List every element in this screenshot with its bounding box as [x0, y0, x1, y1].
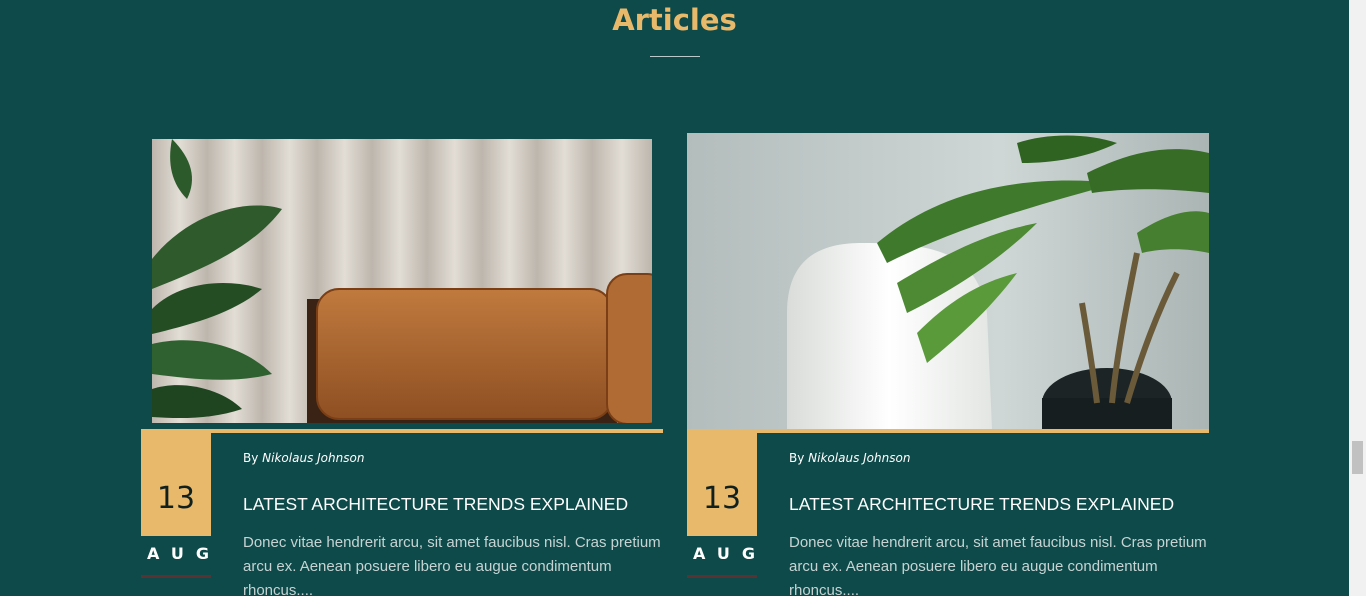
date-month: AUG	[693, 544, 768, 563]
month-underline	[141, 575, 211, 578]
articles-page: Articles 13 AUG By Nikolaus Johnson LATE…	[0, 0, 1349, 596]
by-label: By	[789, 451, 805, 465]
section-title: Articles	[612, 3, 737, 37]
date-month: AUG	[147, 544, 222, 563]
scrollbar-thumb[interactable]	[1352, 441, 1363, 474]
title-divider	[650, 56, 700, 57]
article-title[interactable]: LATEST ARCHITECTURE TRENDS EXPLAINED	[789, 493, 1174, 515]
month-underline	[687, 575, 757, 578]
article-title[interactable]: LATEST ARCHITECTURE TRENDS EXPLAINED	[243, 493, 628, 515]
article-excerpt: Donec vitae hendrerit arcu, sit amet fau…	[243, 534, 661, 596]
article-byline: By Nikolaus Johnson	[789, 450, 910, 466]
date-day: 13	[702, 481, 742, 516]
page-scrollbar[interactable]	[1349, 0, 1366, 596]
card-accent-bar	[687, 429, 1209, 433]
article-excerpt: Donec vitae hendrerit arcu, sit amet fau…	[789, 534, 1207, 596]
author-link[interactable]: Nikolaus Johnson	[808, 451, 910, 465]
article-image[interactable]	[687, 133, 1209, 429]
card-accent-bar	[141, 429, 663, 433]
date-day: 13	[156, 481, 196, 516]
article-image[interactable]	[152, 139, 652, 423]
by-label: By	[243, 451, 259, 465]
chair-palm-photo-icon	[687, 133, 1209, 429]
sofa-curtain-photo-icon	[152, 139, 652, 423]
article-byline: By Nikolaus Johnson	[243, 450, 364, 466]
author-link[interactable]: Nikolaus Johnson	[262, 451, 364, 465]
date-badge: 13	[687, 433, 757, 536]
date-badge: 13	[141, 433, 211, 536]
